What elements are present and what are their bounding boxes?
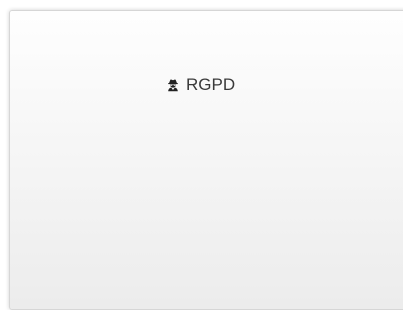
user-secret-icon [166, 78, 180, 92]
rgpd-card: RGPD [9, 10, 403, 310]
rgpd-title: RGPD [186, 75, 236, 94]
rgpd-heading[interactable]: RGPD [166, 75, 235, 95]
